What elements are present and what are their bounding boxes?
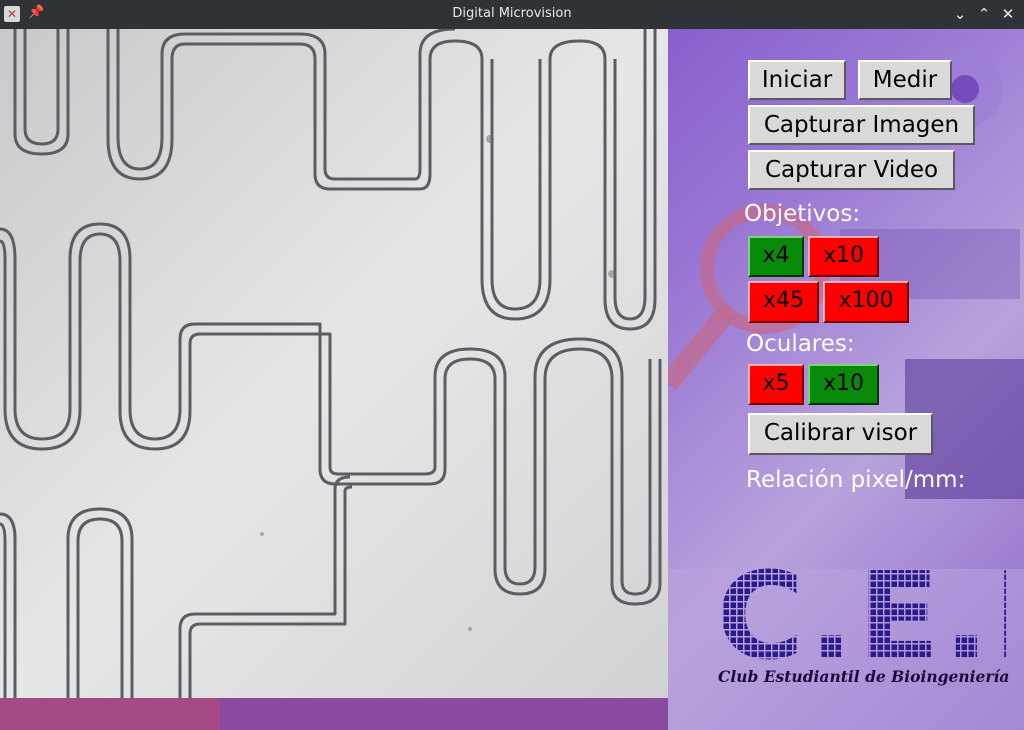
measure-button[interactable]: Medir — [858, 60, 952, 100]
svg-text:C.E.B.: C.E.B. — [716, 560, 1006, 664]
capture-video-button[interactable]: Capturar Video — [748, 150, 955, 190]
objectives-label: Objetivos: — [744, 201, 861, 227]
objective-x4-button[interactable]: x4 — [748, 236, 804, 277]
window-title: Digital Microvision — [452, 6, 572, 21]
objective-x45-button[interactable]: x45 — [748, 281, 819, 323]
main-window: Iniciar Medir Capturar Imagen Capturar V… — [0, 29, 1024, 730]
calibrate-button[interactable]: Calibrar visor — [748, 413, 933, 455]
microscope-viewer[interactable] — [0, 29, 668, 698]
microscope-image — [0, 29, 668, 698]
eyepiece-x10-button[interactable]: x10 — [808, 364, 879, 405]
eyepiece-x5-button[interactable]: x5 — [748, 364, 804, 405]
pixel-ratio-label: Relación pixel/mm: — [746, 467, 966, 493]
objective-x10-button[interactable]: x10 — [808, 236, 879, 277]
logo-subtitle: Club Estudiantil de Bioingeniería — [718, 667, 1010, 686]
minimize-icon[interactable]: ⌄ — [950, 4, 970, 24]
start-button[interactable]: Iniciar — [748, 60, 846, 100]
capture-image-button[interactable]: Capturar Imagen — [748, 105, 975, 145]
objective-x100-button[interactable]: x100 — [823, 281, 909, 323]
title-bar: ✕ 📌 Digital Microvision ⌄ ⌃ ✕ — [0, 0, 1024, 29]
close-icon[interactable]: ✕ — [998, 4, 1018, 24]
eyepieces-label: Oculares: — [746, 331, 855, 357]
maximize-icon[interactable]: ⌃ — [974, 4, 994, 24]
ceb-logo: C.E.B. — [716, 560, 1006, 664]
